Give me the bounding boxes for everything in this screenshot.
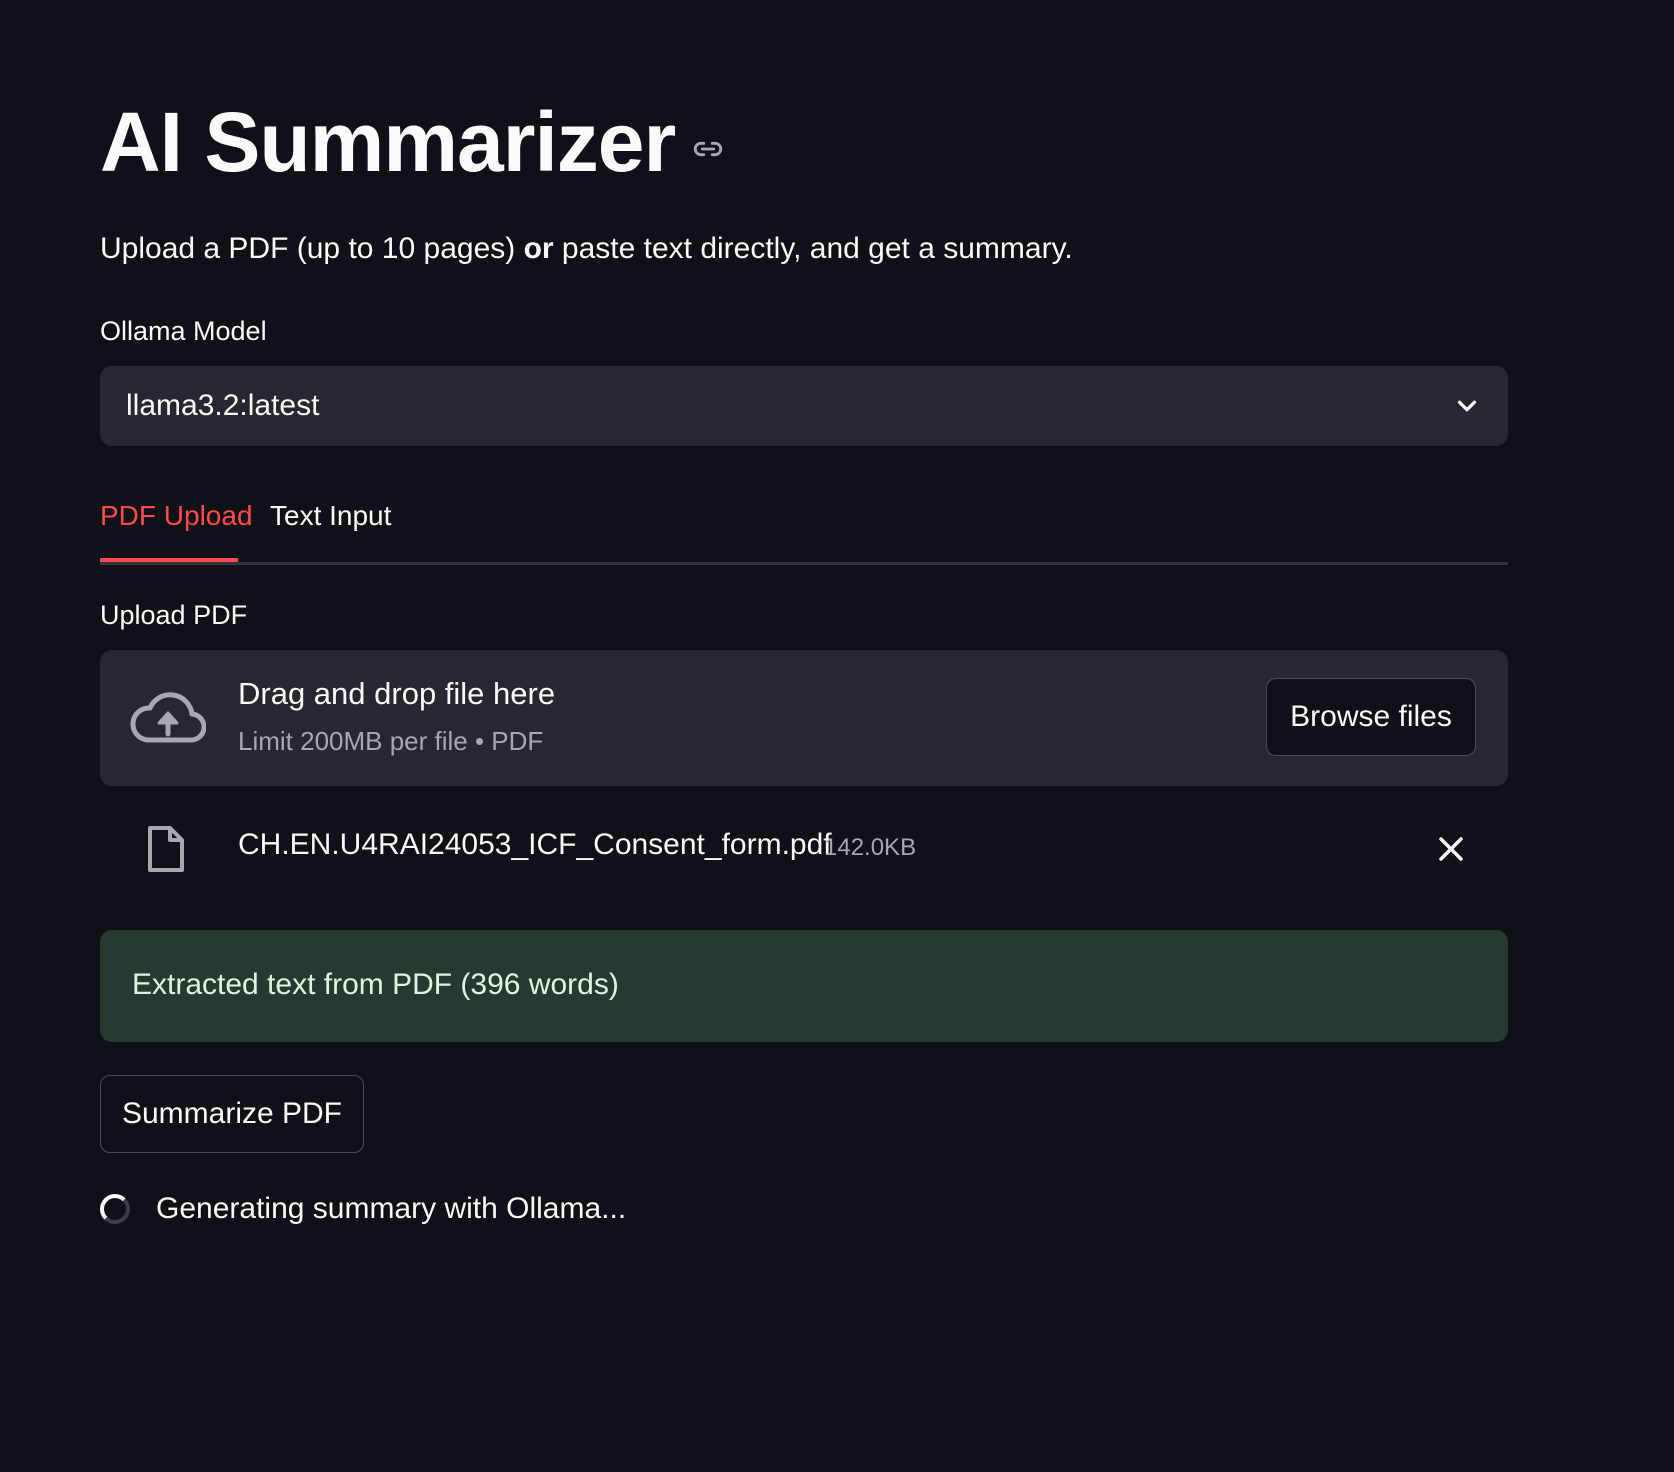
title-row: AI Summarizer xyxy=(100,92,725,192)
file-name: CH.EN.U4RAI24053_ICF_Consent_form.pdf xyxy=(238,828,832,861)
tab-pdf-upload-label: PDF Upload xyxy=(100,500,253,531)
success-message: Extracted text from PDF (396 words) xyxy=(132,968,619,1001)
browse-files-button[interactable]: Browse files xyxy=(1266,678,1476,756)
subtitle-text-2: paste text directly, and get a summary. xyxy=(553,232,1073,265)
file-size: 142.0KB xyxy=(824,834,917,861)
file-icon xyxy=(146,824,186,874)
chevron-down-icon xyxy=(1452,391,1482,421)
spinner-text: Generating summary with Ollama... xyxy=(156,1192,627,1225)
tab-bar: PDF Upload Text Input xyxy=(100,490,1508,565)
app-page: AI Summarizer Upload a PDF (up to 10 pag… xyxy=(0,0,1674,1472)
page-subtitle: Upload a PDF (up to 10 pages) or paste t… xyxy=(100,232,1073,266)
model-select-label: Ollama Model xyxy=(100,316,267,346)
model-select-value: llama3.2:latest xyxy=(126,389,320,422)
close-icon[interactable] xyxy=(1436,834,1466,864)
cloud-upload-icon xyxy=(130,688,207,748)
dropzone-title: Drag and drop file here xyxy=(238,676,556,711)
success-alert: Extracted text from PDF (396 words) xyxy=(100,930,1508,1042)
uploaded-file-row: CH.EN.U4RAI24053_ICF_Consent_form.pdf 14… xyxy=(100,810,1508,890)
spinner-row: Generating summary with Ollama... xyxy=(100,1192,626,1226)
file-dropzone[interactable]: Drag and drop file here Limit 200MB per … xyxy=(100,650,1508,786)
tab-text-input-label: Text Input xyxy=(270,500,392,531)
subtitle-text-1: Upload a PDF (up to 10 pages) xyxy=(100,232,524,265)
spinner-icon xyxy=(100,1194,130,1224)
upload-pdf-label: Upload PDF xyxy=(100,600,248,630)
active-tab-indicator xyxy=(100,558,238,562)
tab-text-input[interactable]: Text Input xyxy=(270,500,391,532)
summarize-pdf-button[interactable]: Summarize PDF xyxy=(100,1075,364,1153)
page-title: AI Summarizer xyxy=(100,95,676,189)
link-icon[interactable] xyxy=(691,132,725,166)
dropzone-subtitle: Limit 200MB per file • PDF xyxy=(238,726,544,756)
subtitle-bold: or xyxy=(523,232,554,265)
model-select[interactable]: llama3.2:latest xyxy=(100,366,1508,446)
tab-pdf-upload[interactable]: PDF Upload xyxy=(100,500,253,562)
